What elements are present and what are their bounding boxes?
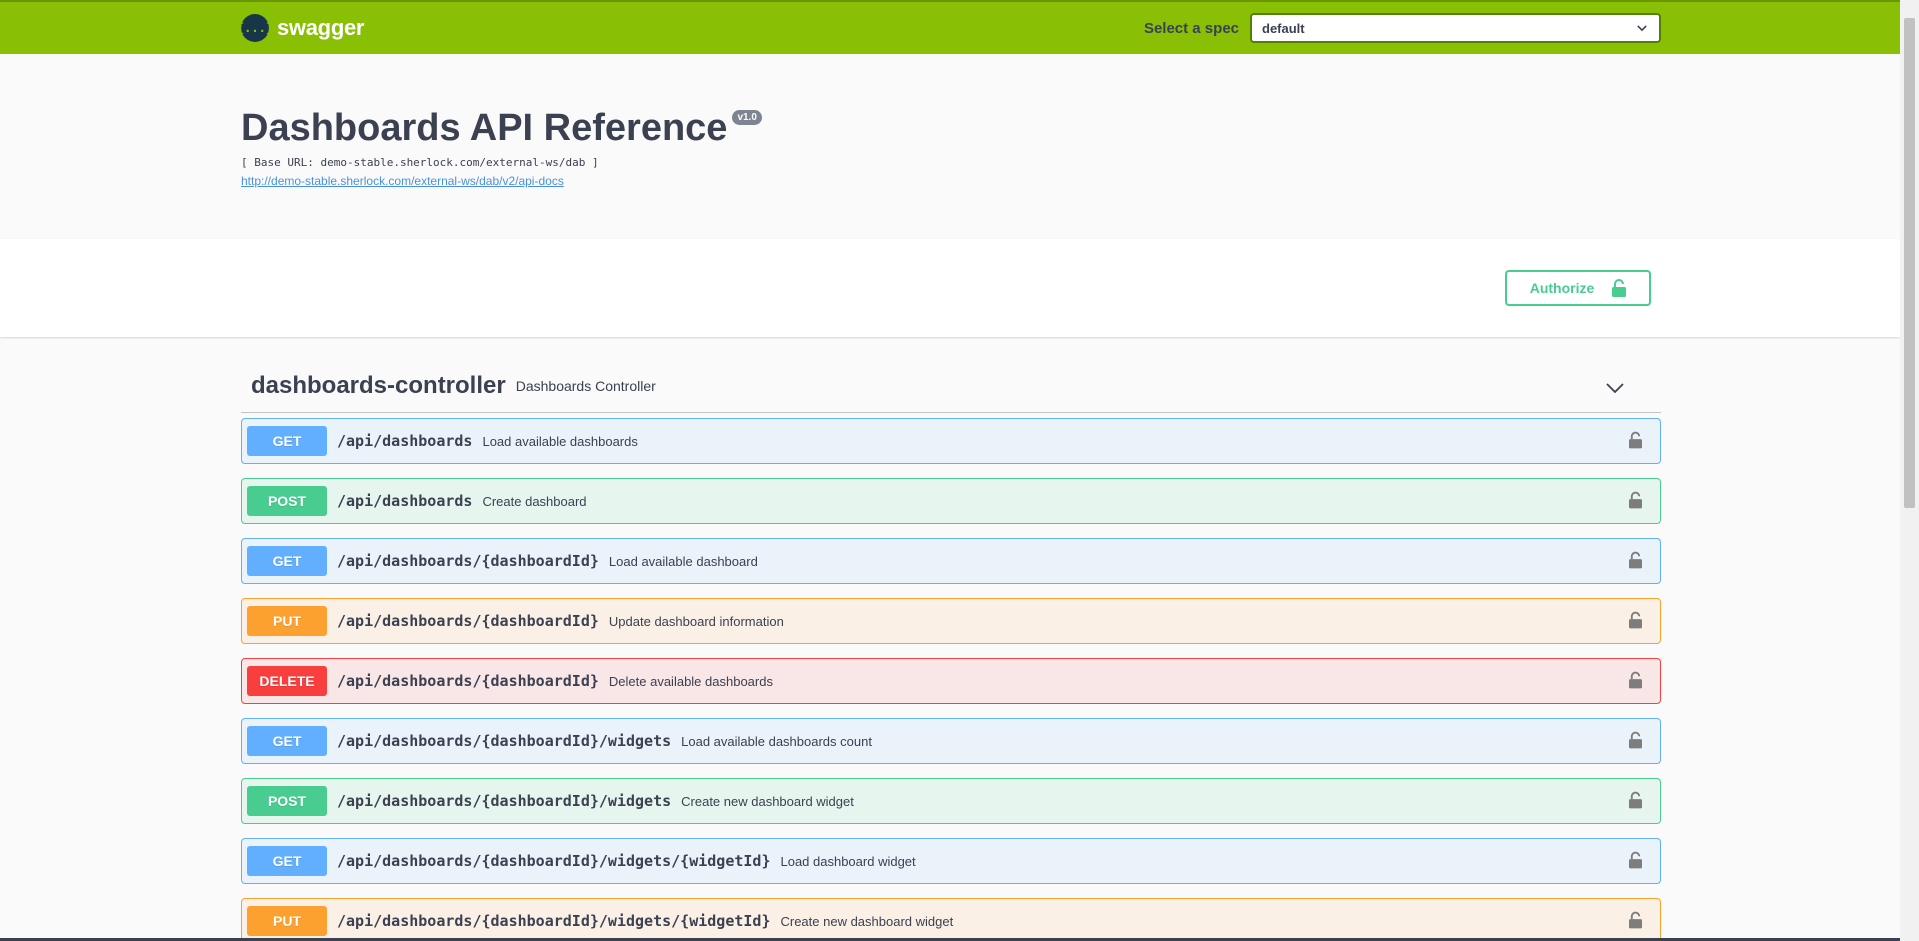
topbar: {...} swagger Select a spec default — [0, 0, 1900, 54]
opblock-put[interactable]: PUT/api/dashboards/{dashboardId}/widgets… — [241, 898, 1661, 941]
endpoint-path: /api/dashboards/{dashboardId}/widgets — [337, 792, 672, 810]
endpoint-path: /api/dashboards — [337, 492, 473, 510]
endpoint-path: /api/dashboards/{dashboardId}/widgets — [337, 732, 672, 750]
swagger-logo-icon: {...} — [237, 14, 273, 42]
api-info: Dashboards API Reference v1.0 [ Base URL… — [241, 104, 1661, 190]
page-title: Dashboards API Reference — [241, 107, 728, 149]
opblock-get[interactable]: GET/api/dashboards/{dashboardId} Load ava… — [241, 538, 1661, 584]
chevron-down-icon[interactable] — [1605, 378, 1625, 398]
topbar-inner: {...} swagger Select a spec default — [237, 2, 1661, 54]
spec-select[interactable]: default — [1250, 13, 1661, 43]
endpoint-path: /api/dashboards/{dashboardId} — [337, 552, 599, 570]
scrollbar-thumb[interactable] — [1904, 18, 1915, 508]
http-method-badge: PUT — [247, 606, 327, 636]
http-method-badge: PUT — [247, 906, 327, 936]
endpoint-summary: Create new dashboard widget — [681, 793, 854, 809]
endpoint-summary: Load available dashboard — [608, 553, 758, 569]
chevron-down-icon — [1637, 25, 1647, 32]
opblock-get[interactable]: GET/api/dashboards/{dashboardId}/widgets… — [241, 838, 1661, 884]
unlock-icon[interactable] — [1629, 911, 1642, 929]
unlock-icon[interactable] — [1629, 551, 1642, 569]
authorize-label: Authorize — [1529, 280, 1595, 296]
spec-selected-value: default — [1262, 20, 1305, 36]
unlock-icon[interactable] — [1629, 791, 1642, 809]
endpoint-path: /api/dashboards/{dashboardId}/widgets/{w… — [337, 912, 771, 930]
opblock-post[interactable]: POST/api/dashboards Create dashboard — [241, 478, 1661, 524]
spec-selector: Select a spec default — [1144, 13, 1661, 43]
http-method-badge: GET — [247, 426, 327, 456]
spec-label: Select a spec — [1143, 19, 1239, 37]
endpoint-path: /api/dashboards/{dashboardId}/widgets/{w… — [337, 852, 771, 870]
tag-header[interactable]: dashboards-controller Dashboards Control… — [241, 360, 1661, 413]
http-method-badge: DELETE — [247, 666, 327, 696]
unlock-icon[interactable] — [1629, 611, 1642, 629]
authorize-button[interactable]: Authorize — [1505, 270, 1651, 306]
http-method-badge: GET — [247, 726, 327, 756]
http-method-badge: GET — [247, 846, 327, 876]
http-method-badge: POST — [247, 786, 327, 816]
http-method-badge: GET — [247, 546, 327, 576]
endpoint-summary: Delete available dashboards — [608, 673, 773, 689]
endpoint-summary: Load dashboard widget — [780, 853, 916, 869]
opblock-post[interactable]: POST/api/dashboards/{dashboardId}/widget… — [241, 778, 1661, 824]
endpoint-path: /api/dashboards — [337, 432, 473, 450]
endpoint-summary: Update dashboard information — [608, 613, 784, 629]
unlock-icon[interactable] — [1629, 851, 1642, 869]
base-url: [ Base URL: demo-stable.sherlock.com/ext… — [241, 156, 599, 169]
endpoint-path: /api/dashboards/{dashboardId} — [337, 672, 599, 690]
endpoint-summary: Load available dashboards — [482, 433, 638, 449]
opblock-get[interactable]: GET/api/dashboards Load available dashboa… — [241, 418, 1661, 464]
operations-list: GET/api/dashboards Load available dashboa… — [241, 418, 1661, 941]
opblock-put[interactable]: PUT/api/dashboards/{dashboardId} Update d… — [241, 598, 1661, 644]
unlock-icon[interactable] — [1629, 731, 1642, 749]
endpoint-path: /api/dashboards/{dashboardId} — [337, 612, 599, 630]
endpoint-summary: Create dashboard — [482, 493, 587, 509]
brand-link[interactable]: {...} swagger — [237, 14, 365, 42]
title-row: Dashboards API Reference v1.0 — [241, 104, 1661, 152]
endpoint-summary: Create new dashboard widget — [780, 913, 954, 929]
brand-name: swagger — [277, 15, 365, 40]
endpoint-summary: Load available dashboards count — [681, 733, 872, 749]
unlock-icon[interactable] — [1629, 491, 1642, 509]
opblock-get[interactable]: GET/api/dashboards/{dashboardId}/widgets… — [241, 718, 1661, 764]
tag-name: dashboards-controller — [251, 372, 506, 399]
api-docs-link[interactable]: http://demo-stable.sherlock.com/external… — [241, 174, 564, 188]
scrollbar[interactable] — [1900, 0, 1919, 941]
tag-section: dashboards-controller Dashboards Control… — [241, 360, 1661, 941]
unlock-icon[interactable] — [1629, 671, 1642, 689]
tag-description: Dashboards Controller — [515, 378, 656, 394]
version-badge: v1.0 — [732, 110, 762, 125]
http-method-badge: POST — [247, 486, 327, 516]
scheme-container: Authorize — [0, 239, 1900, 337]
opblock-delete[interactable]: DELETE/api/dashboards/{dashboardId} Delet… — [241, 658, 1661, 704]
unlock-icon[interactable] — [1629, 431, 1642, 449]
unlock-icon — [1612, 279, 1627, 297]
